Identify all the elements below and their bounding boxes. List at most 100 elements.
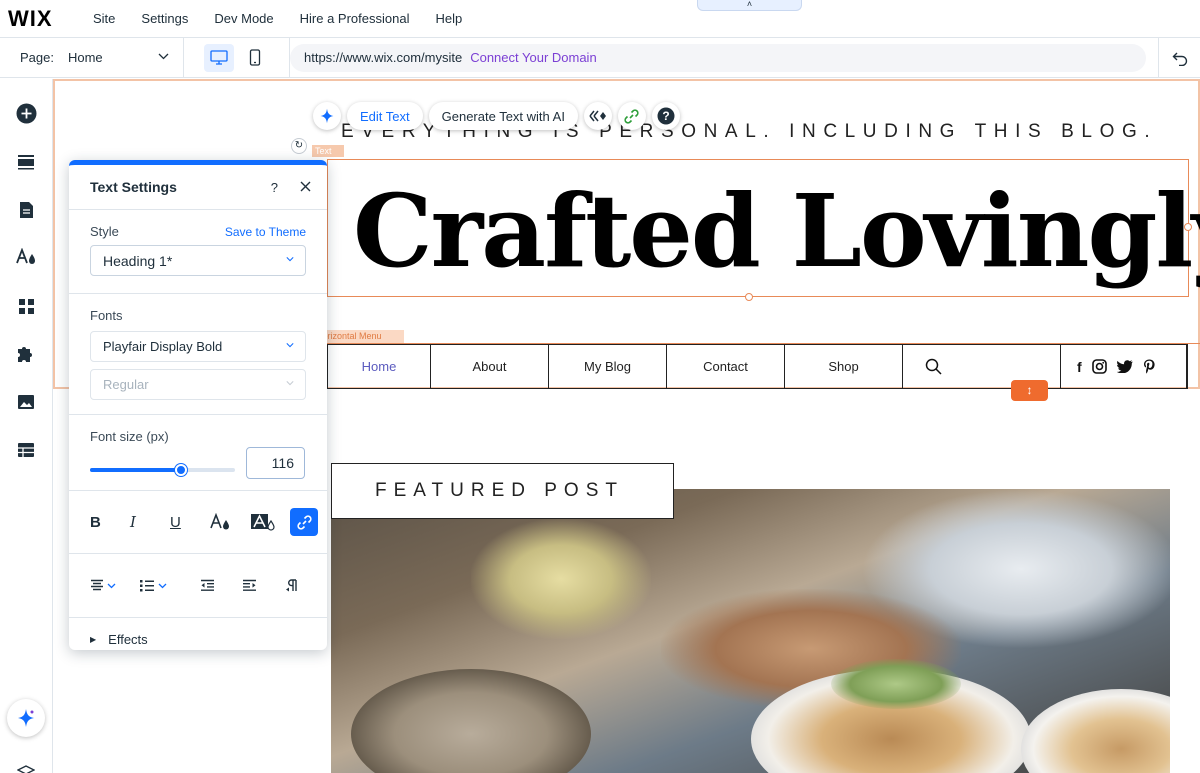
page-bar: Page: Home https://www.wix.com/mysite Co… (0, 37, 1200, 78)
chevron-down-icon (286, 257, 294, 262)
site-design-button[interactable] (13, 244, 39, 270)
search-icon (925, 358, 942, 375)
save-to-theme-link[interactable]: Save to Theme (225, 225, 306, 239)
chevron-down-icon (107, 583, 116, 588)
rotate-handle[interactable]: ↻ (291, 138, 307, 154)
help-icon: ? (657, 107, 675, 125)
pages-button[interactable] (13, 197, 39, 223)
collapse-topbar-button[interactable]: ˄ (697, 0, 802, 11)
chevron-down-icon (158, 583, 167, 588)
animation-button[interactable] (583, 102, 612, 130)
facebook-icon[interactable]: f (1077, 359, 1082, 375)
menu-item-home[interactable]: Home (327, 344, 431, 389)
decrease-indent-button[interactable] (200, 579, 242, 592)
social-bar: f (1061, 344, 1188, 389)
alignment-section (69, 554, 327, 618)
ai-text-button[interactable] (313, 102, 341, 130)
text-direction-button[interactable] (285, 579, 327, 592)
link-button[interactable] (617, 102, 646, 130)
animation-icon (589, 110, 606, 122)
indent-icon (243, 579, 257, 591)
connect-domain-link[interactable]: Connect Your Domain (470, 50, 596, 65)
effects-expander[interactable]: ▶ Effects (69, 618, 327, 650)
text-color-button[interactable] (210, 508, 250, 536)
font-size-input[interactable]: 116 (246, 447, 305, 479)
ai-assistant-button[interactable] (7, 699, 45, 737)
layers-button[interactable] (13, 757, 39, 773)
apps-button[interactable] (13, 293, 39, 319)
layers-icon (17, 765, 35, 773)
add-elements-button[interactable] (13, 100, 39, 126)
help-button[interactable]: ? (651, 102, 680, 130)
style-label: Style (90, 224, 119, 239)
generate-ai-text-button[interactable]: Generate Text with AI (428, 102, 578, 130)
menu-item-about[interactable]: About (431, 344, 549, 389)
instagram-icon[interactable] (1091, 359, 1107, 374)
right-resize-handle[interactable] (1184, 223, 1192, 231)
panel-header[interactable]: Text Settings ? (69, 165, 327, 210)
mobile-view-button[interactable] (240, 44, 270, 72)
font-family-value: Playfair Display Bold (103, 339, 223, 354)
table-icon (18, 443, 34, 457)
menu-dev-mode[interactable]: Dev Mode (201, 11, 286, 26)
menu-item-shop[interactable]: Shop (785, 344, 903, 389)
twitter-icon[interactable] (1116, 360, 1133, 373)
top-menu-bar: WIX Site Settings Dev Mode Hire a Profes… (0, 0, 1200, 38)
underline-button[interactable]: U (170, 508, 210, 536)
page-selector[interactable]: Page: Home (0, 37, 184, 78)
featured-post-title[interactable]: FEATURED POST (331, 463, 674, 519)
cms-button[interactable] (13, 437, 39, 463)
wix-logo[interactable]: WIX (8, 6, 80, 32)
horizontal-menu[interactable]: Home About My Blog Contact Shop f (327, 343, 1200, 389)
slider-knob[interactable] (175, 464, 188, 476)
rtl-direction-icon (285, 579, 297, 592)
style-section: Style Save to Theme Heading 1* (69, 210, 327, 294)
text-align-dropdown[interactable] (90, 579, 139, 592)
desktop-icon (210, 49, 228, 65)
page-icon (19, 202, 33, 218)
sections-button[interactable] (13, 149, 39, 175)
text-link-button[interactable] (290, 508, 318, 536)
bottom-resize-handle[interactable] (745, 293, 753, 301)
stretch-section-button[interactable]: ↕ (1011, 380, 1048, 401)
fonts-label: Fonts (90, 308, 123, 323)
close-icon[interactable] (300, 179, 311, 196)
list-dropdown[interactable] (139, 579, 200, 592)
desktop-view-button[interactable] (204, 43, 234, 72)
featured-post-image[interactable] (331, 489, 1170, 773)
triangle-right-icon: ▶ (90, 634, 97, 644)
style-dropdown[interactable]: Heading 1* (90, 245, 306, 276)
increase-indent-button[interactable] (242, 579, 284, 592)
undo-button[interactable] (1158, 38, 1200, 78)
text-color-icon (210, 513, 229, 530)
font-weight-dropdown[interactable]: Regular (90, 369, 306, 400)
font-size-slider[interactable] (90, 464, 235, 476)
outdent-icon (201, 579, 215, 591)
menu-site[interactable]: Site (80, 11, 128, 26)
site-heading[interactable]: Crafted Lovingly (353, 171, 1200, 291)
highlight-button[interactable] (250, 508, 290, 536)
font-size-section: Font size (px) 116 (69, 415, 327, 491)
menu-help[interactable]: Help (422, 11, 475, 26)
italic-button[interactable]: I (130, 508, 170, 536)
page-value: Home (67, 50, 103, 65)
edit-text-button[interactable]: Edit Text (347, 102, 423, 130)
url-bar[interactable]: https://www.wix.com/mysite Connect Your … (290, 43, 1146, 72)
panel-help-button[interactable]: ? (271, 180, 278, 195)
text-settings-panel: Text Settings ? Style Save to Theme Head… (69, 160, 327, 650)
business-apps-button[interactable] (13, 341, 39, 367)
pinterest-icon[interactable] (1143, 359, 1156, 374)
sections-icon (18, 155, 34, 170)
fonts-section: Fonts Playfair Display Bold Regular (69, 294, 327, 415)
font-family-dropdown[interactable]: Playfair Display Bold (90, 331, 306, 362)
media-button[interactable] (13, 389, 39, 415)
plus-circle-icon (16, 103, 36, 123)
menu-settings[interactable]: Settings (128, 11, 201, 26)
chevron-down-icon (286, 343, 294, 348)
bold-button[interactable]: B (90, 508, 130, 536)
highlight-icon (251, 514, 275, 531)
menu-item-contact[interactable]: Contact (667, 344, 785, 389)
menu-hire-professional[interactable]: Hire a Professional (287, 11, 423, 26)
menu-item-blog[interactable]: My Blog (549, 344, 667, 389)
top-nav: Site Settings Dev Mode Hire a Profession… (80, 11, 475, 26)
